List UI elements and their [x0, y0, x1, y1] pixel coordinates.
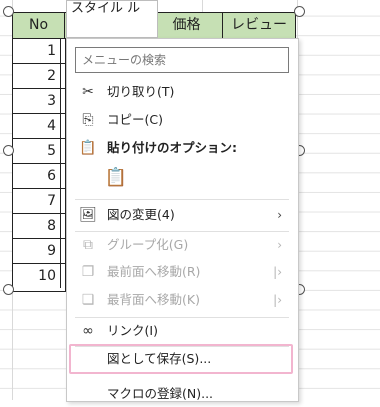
group-icon: ⧉: [83, 237, 93, 253]
resize-handle-top-right[interactable]: [294, 6, 305, 17]
context-menu: メニューの検索 ✂ 切り取り(T) ⎘ コピー(C) 📋 貼り付けのオプション:…: [66, 38, 299, 402]
menu-item-change-picture[interactable]: 🖼 図の変更(4) ›: [67, 202, 296, 228]
change-picture-icon: 🖼: [79, 207, 97, 223]
menu-item-link[interactable]: ∞ リンク(I): [67, 318, 296, 344]
menu-item-save-as-picture[interactable]: 図として保存(S)...: [67, 346, 296, 372]
menu-search-input[interactable]: メニューの検索: [75, 47, 289, 73]
chevron-right-icon: |›: [273, 265, 282, 279]
menu-item-group[interactable]: ⧉ グループ化(G) ›: [67, 232, 296, 258]
chevron-right-icon: ›: [277, 238, 282, 252]
bring-front-icon: ❐: [81, 264, 95, 280]
resize-handle-bottom-left[interactable]: [3, 284, 14, 295]
copy-icon: ⎘: [82, 112, 94, 128]
clipboard-icon: 📋: [79, 140, 97, 156]
menu-item-bring-to-front[interactable]: ❐ 最前面へ移動(R) |›: [67, 259, 296, 285]
menu-separator: [75, 199, 289, 200]
menu-item-assign-macro[interactable]: マクロの登録(N)...: [67, 381, 296, 407]
menu-item-cut[interactable]: ✂ 切り取り(T): [67, 79, 296, 105]
header-price: 価格: [151, 13, 223, 38]
paste-picture-icon[interactable]: 📋: [103, 165, 129, 191]
chevron-right-icon: ›: [277, 208, 282, 222]
menu-item-send-to-back[interactable]: ❏ 最背面へ移動(K) |›: [67, 287, 296, 313]
menu-item-copy[interactable]: ⎘ コピー(C): [67, 107, 296, 133]
resize-handle-top-left[interactable]: [3, 6, 14, 17]
chevron-right-icon: |›: [273, 293, 282, 307]
header-review: レビュー: [231, 17, 287, 33]
link-icon: ∞: [82, 323, 94, 339]
scissors-icon: ✂: [82, 84, 94, 100]
send-back-icon: ❏: [81, 292, 95, 308]
style-tooltip: スタイル ル: [66, 0, 158, 38]
menu-item-paste-options: 📋 貼り付けのオプション:: [79, 140, 237, 156]
header-no: No: [13, 13, 65, 38]
resize-handle-left[interactable]: [3, 145, 14, 156]
